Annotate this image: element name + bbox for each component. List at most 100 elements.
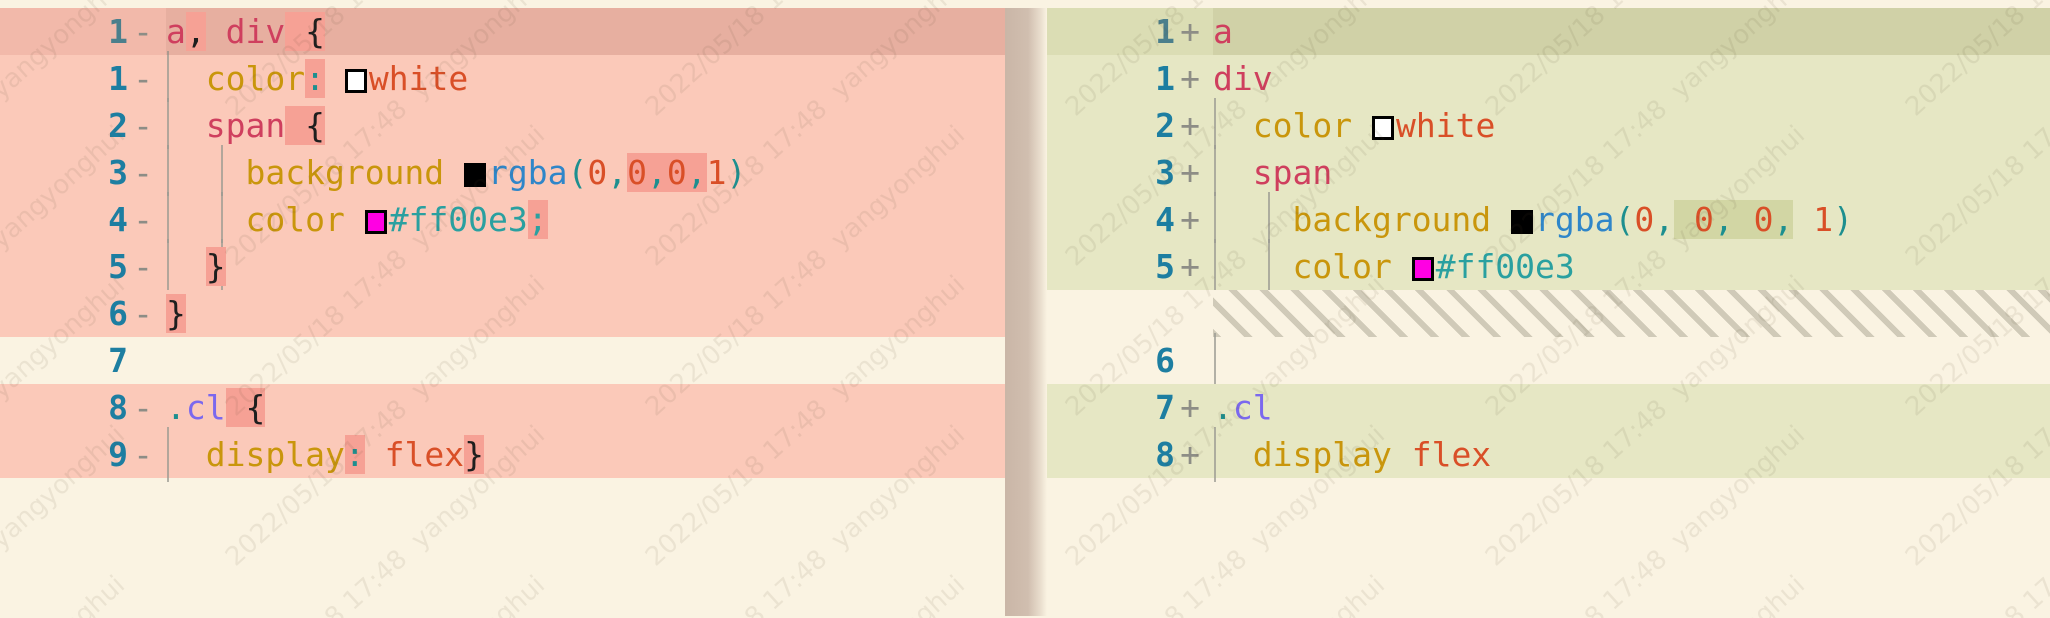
code-line[interactable]: div <box>1213 55 2050 102</box>
color-swatch-black-icon[interactable] <box>464 163 487 187</box>
pane-divider-shadow <box>1005 8 1047 618</box>
code-token: , <box>647 153 667 192</box>
line-gutter[interactable]: 2- <box>0 102 166 149</box>
diff-row[interactable]: 6 <box>1047 333 2050 388</box>
code-line[interactable]: a, div { <box>166 8 1005 55</box>
added-marker-icon: + <box>1180 200 1200 239</box>
line-gutter[interactable]: 6 <box>1047 337 1213 384</box>
line-gutter[interactable]: 9- <box>0 431 166 478</box>
line-gutter[interactable]: 5 + <box>1047 243 1213 290</box>
line-gutter[interactable]: 4- <box>0 196 166 243</box>
color-swatch-magenta-icon[interactable] <box>364 210 387 234</box>
diff-row[interactable] <box>1047 290 2050 337</box>
code-line[interactable]: display: flex} <box>166 427 1005 482</box>
code-line[interactable]: color #ff00e3 <box>1213 239 2050 294</box>
code-token: white <box>1395 106 1496 145</box>
code-token: #ff00e3 <box>1435 247 1575 286</box>
code-line[interactable]: a <box>1213 8 2050 55</box>
line-number: 1 <box>1155 12 1175 51</box>
code-token: . <box>166 388 186 427</box>
line-gutter[interactable]: 3- <box>0 149 166 196</box>
code-token: ( <box>1614 200 1635 239</box>
line-gutter[interactable]: 5- <box>0 243 166 290</box>
line-gutter[interactable]: 8- <box>0 384 166 431</box>
line-gutter[interactable]: 1- <box>0 55 166 102</box>
diff-row[interactable]: 1 + div <box>1047 55 2050 102</box>
indent-guide-line <box>1214 333 1216 388</box>
line-gutter[interactable]: 2 + <box>1047 102 1213 149</box>
diff-row[interactable]: 3 + span <box>1047 145 2050 200</box>
diff-row[interactable]: 3- background rgba(0,0,0,1) <box>0 145 1005 200</box>
line-number: 2 <box>1155 106 1175 145</box>
diff-row[interactable]: 1- color: white <box>0 51 1005 106</box>
diff-row[interactable]: 4- color #ff00e3; <box>0 192 1005 247</box>
code-line[interactable]: } <box>166 290 1005 337</box>
removed-marker-icon: - <box>133 294 153 333</box>
code-text: color: white <box>166 55 468 102</box>
line-gutter[interactable]: 7 + <box>1047 384 1213 431</box>
line-gutter[interactable]: 7 <box>0 337 166 384</box>
line-number: 2 <box>108 106 128 145</box>
code-text: div <box>1213 55 1273 102</box>
line-gutter[interactable]: 8 + <box>1047 431 1213 478</box>
code-token: , <box>1773 200 1794 239</box>
diff-row[interactable]: 7 <box>0 337 1005 384</box>
code-line[interactable]: display flex <box>1213 427 2050 482</box>
color-swatch-black-icon[interactable] <box>1511 210 1534 234</box>
no-change-marker-icon <box>128 337 158 384</box>
diff-row[interactable]: 9- display: flex} <box>0 427 1005 482</box>
diff-row[interactable]: 8- .cl { <box>0 384 1005 431</box>
code-line[interactable]: .cl { <box>166 384 1005 431</box>
diff-row[interactable]: 2 + color white <box>1047 98 2050 153</box>
diff-row[interactable]: 5 + color #ff00e3 <box>1047 239 2050 294</box>
code-line[interactable]: color: white <box>166 51 1005 106</box>
code-line[interactable]: span { <box>166 98 1005 153</box>
diff-row[interactable]: 1 + a <box>1047 8 2050 55</box>
line-gutter[interactable]: 1- <box>0 8 166 55</box>
code-line[interactable]: color #ff00e3; <box>166 192 1005 247</box>
removed-marker-icon: - <box>133 247 153 286</box>
diff-row[interactable]: 5- } <box>0 239 1005 294</box>
line-gutter[interactable]: 6- <box>0 290 166 337</box>
code-line[interactable] <box>1213 333 2050 388</box>
code-token: ; <box>527 200 548 239</box>
diff-row[interactable]: 6-} <box>0 290 1005 337</box>
diff-row[interactable]: 2- span { <box>0 98 1005 153</box>
diff-row[interactable]: 8 + display flex <box>1047 427 2050 482</box>
color-swatch-white-icon[interactable] <box>344 69 367 93</box>
code-line[interactable]: color white <box>1213 98 2050 153</box>
code-token: ) <box>1833 200 1854 239</box>
code-line[interactable]: } <box>166 239 1005 294</box>
line-gutter[interactable]: 1 + <box>1047 8 1213 55</box>
code-line[interactable]: background rgba(0,0,0,1) <box>166 145 1005 200</box>
code-token: 1 <box>1793 200 1834 239</box>
current-line-highlight <box>1213 8 2050 55</box>
line-number: 1 <box>108 59 128 98</box>
code-token: a <box>1213 12 1233 51</box>
line-gutter[interactable]: 3 + <box>1047 149 1213 196</box>
diff-row[interactable]: 4 + background rgba(0, 0, 0, 1) <box>1047 192 2050 247</box>
line-number: 4 <box>108 200 128 239</box>
line-gutter[interactable]: 1 + <box>1047 55 1213 102</box>
diff-pane-modified[interactable]: 1 + a 1 + div 2 + color white 3 + span 4 + backgrou… <box>1047 8 2050 618</box>
line-number: 6 <box>108 294 128 333</box>
code-line[interactable] <box>166 337 1005 384</box>
color-swatch-white-icon[interactable] <box>1371 116 1394 140</box>
diff-row[interactable]: 1- a, div { <box>0 8 1005 55</box>
removed-marker-icon: - <box>133 12 153 51</box>
code-token: ( <box>567 153 588 192</box>
diff-row[interactable]: 7 + .cl <box>1047 384 2050 431</box>
line-gutter[interactable]: 4 + <box>1047 196 1213 243</box>
code-text: background rgba(0,0,0,1) <box>166 149 746 196</box>
diff-pane-original[interactable]: 1- a, div {1- color: white 2- span {3- bac… <box>0 8 1005 618</box>
color-swatch-magenta-icon[interactable] <box>1411 257 1434 281</box>
code-line[interactable]: span <box>1213 145 2050 200</box>
code-line[interactable]: background rgba(0, 0, 0, 1) <box>1213 192 2050 247</box>
code-line[interactable]: .cl <box>1213 384 2050 431</box>
